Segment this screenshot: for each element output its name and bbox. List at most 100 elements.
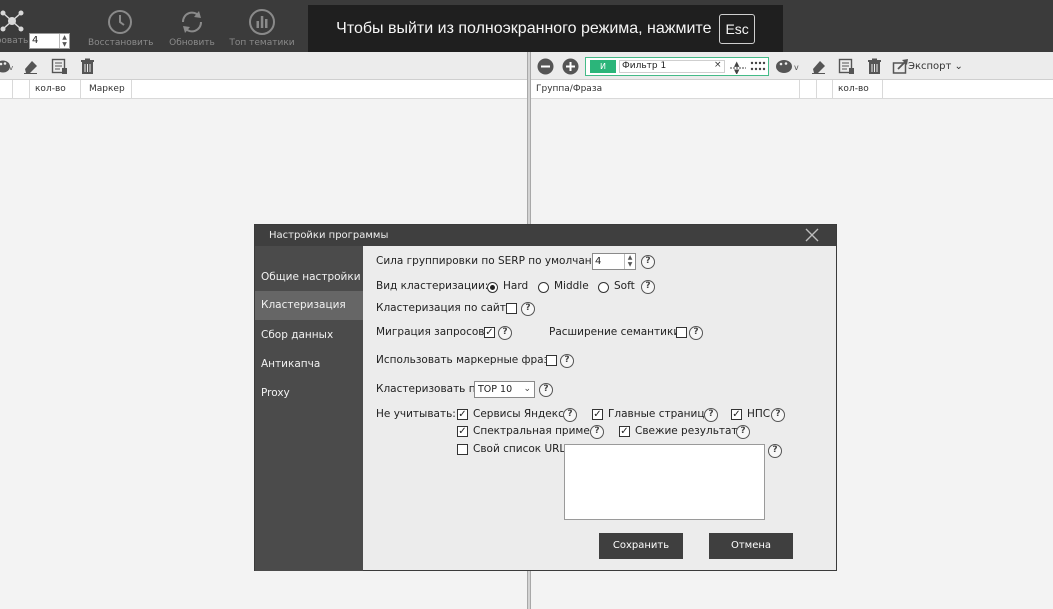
svg-text:v: v — [9, 64, 13, 72]
semantics-label: Расширение семантики — [549, 326, 681, 338]
refresh-button-label: Обновить — [169, 38, 215, 48]
ignore-main-pages-label: Главные страницы — [608, 408, 713, 420]
help-icon[interactable]: ? — [498, 326, 512, 340]
restore-button-label: Восстановить — [88, 38, 154, 48]
filter-input[interactable]: Фильтр 1 — [619, 60, 725, 73]
settings-dialog: Настройки программы Общие настройки Клас… — [254, 224, 837, 571]
export-label: Экспорт — [908, 61, 952, 72]
help-icon[interactable]: ? — [560, 354, 574, 368]
help-icon[interactable]: ? — [689, 326, 703, 340]
help-icon[interactable]: ? — [590, 425, 604, 439]
help-icon[interactable]: ? — [521, 302, 535, 316]
expand-plus-icon[interactable] — [562, 58, 579, 75]
eraser-icon[interactable] — [22, 58, 39, 75]
ignore-nps-label: НПС — [747, 408, 771, 420]
fullscreen-exit-banner: Чтобы выйти из полноэкранного режима, на… — [308, 5, 783, 52]
spinner-arrows-icon[interactable]: ▲ ▼ — [59, 34, 69, 48]
eraser-icon[interactable] — [810, 58, 827, 75]
help-icon[interactable]: ? — [563, 408, 577, 422]
sidebar-item-data-collection[interactable]: Сбор данных — [255, 321, 363, 350]
ignore-url-list-checkbox[interactable] — [457, 444, 468, 455]
cluster-button-label: ровать — [0, 36, 29, 46]
help-icon[interactable]: ? — [771, 408, 785, 422]
edit-list-icon[interactable] — [838, 58, 855, 75]
column-header-blank — [0, 80, 13, 99]
chevron-down-icon: ⌄ — [954, 61, 963, 72]
help-icon[interactable]: ? — [641, 255, 655, 269]
radio-hard[interactable] — [487, 282, 498, 293]
left-table-header: кол-во Маркер — [0, 80, 527, 99]
column-header-marker[interactable]: Маркер — [84, 80, 132, 99]
column-header-group-phrase[interactable]: Группа/Фраза — [531, 80, 800, 99]
by-site-checkbox[interactable] — [506, 303, 517, 314]
serp-strength-spinner[interactable]: 4 ▲ ▼ — [592, 253, 636, 270]
migration-checkbox[interactable]: ✓ — [484, 327, 495, 338]
export-icon[interactable] — [892, 58, 909, 75]
refresh-button[interactable]: Обновить — [166, 8, 218, 48]
column-header-count[interactable]: кол-во — [833, 80, 883, 99]
toolbar-strength-spinner[interactable]: 4 ▲ ▼ — [29, 33, 70, 49]
sidebar-item-clustering[interactable]: Кластеризация — [255, 291, 363, 320]
help-icon[interactable]: ? — [736, 425, 750, 439]
trash-icon[interactable] — [866, 58, 883, 75]
ignore-spectral-label: Спектральная примесь — [473, 425, 602, 437]
palette-icon[interactable]: v — [775, 58, 801, 75]
radio-hard-label: Hard — [503, 280, 529, 292]
ignore-main-pages-checkbox[interactable]: ✓ — [592, 409, 603, 420]
help-icon[interactable]: ? — [539, 383, 553, 397]
trash-icon[interactable] — [79, 58, 96, 75]
svg-text:▲: ▲ — [734, 60, 740, 68]
export-dropdown[interactable]: Экспорт ⌄ — [908, 61, 963, 72]
radio-middle[interactable] — [538, 282, 549, 293]
column-header-count[interactable]: кол-во — [29, 80, 81, 99]
collapse-minus-icon[interactable] — [537, 58, 554, 75]
help-icon[interactable]: ? — [768, 444, 782, 458]
filter-bar: И Фильтр 1 × ▲ ▼ — [585, 57, 769, 76]
semantics-checkbox[interactable] — [676, 327, 687, 338]
filter-logic-tag[interactable]: И — [590, 60, 616, 73]
cancel-button[interactable]: Отмена — [709, 533, 793, 559]
migration-label: Миграция запросов — [376, 326, 485, 338]
ignore-label: Не учитывать: — [376, 408, 456, 420]
ignore-yandex-label: Сервисы Яндекса — [473, 408, 571, 420]
by-site-label: Кластеризация по сайту — [376, 302, 513, 314]
filter-grid-icon[interactable] — [750, 60, 766, 74]
ignore-nps-checkbox[interactable]: ✓ — [731, 409, 742, 420]
radio-soft-label: Soft — [614, 280, 635, 292]
filter-settings-icon[interactable]: ▲▼ — [730, 60, 746, 74]
marker-phrases-checkbox[interactable] — [546, 355, 557, 366]
ignore-fresh-label: Свежие результаты — [635, 425, 746, 437]
filter-clear-icon[interactable]: × — [714, 60, 722, 70]
ignore-url-list-label: Свой список URL — [473, 443, 566, 455]
sidebar-item-proxy[interactable]: Proxy — [255, 379, 363, 408]
url-list-textarea[interactable] — [564, 444, 765, 520]
cluster-by-select[interactable]: TOP 10 ⌄ — [474, 381, 535, 398]
help-icon[interactable]: ? — [704, 408, 718, 422]
left-panel-toolbar: v — [0, 52, 527, 80]
dialog-title: Настройки программы — [269, 230, 389, 241]
edit-list-icon[interactable] — [51, 58, 68, 75]
esc-key-hint: Esc — [719, 13, 755, 44]
palette-icon[interactable]: v — [0, 58, 13, 75]
top-topics-button[interactable]: Топ тематики — [229, 8, 295, 48]
clustering-settings-panel: Сила группировки по SERP по умолчанию: 4… — [363, 246, 836, 571]
help-icon[interactable]: ? — [641, 280, 655, 294]
cluster-icon — [0, 10, 24, 32]
marker-phrases-label: Использовать маркерные фразы — [376, 354, 558, 366]
sidebar-item-general[interactable]: Общие настройки — [255, 263, 363, 292]
ignore-spectral-checkbox[interactable]: ✓ — [457, 426, 468, 437]
sidebar-item-anticaptcha[interactable]: Антикапча — [255, 350, 363, 379]
restore-button[interactable]: Восстановить — [88, 8, 154, 48]
ignore-fresh-checkbox[interactable]: ✓ — [619, 426, 630, 437]
ignore-yandex-checkbox[interactable]: ✓ — [457, 409, 468, 420]
chart-icon — [249, 9, 275, 35]
history-icon — [108, 10, 132, 34]
save-button[interactable]: Сохранить — [599, 533, 683, 559]
toolbar-strength-value: 4 — [32, 35, 39, 46]
close-icon[interactable] — [804, 227, 820, 243]
radio-soft[interactable] — [598, 282, 609, 293]
cluster-button[interactable]: ровать — [0, 8, 30, 46]
radio-middle-label: Middle — [554, 280, 589, 292]
svg-text:v: v — [794, 63, 799, 72]
spinner-arrows-icon[interactable]: ▲ ▼ — [624, 254, 635, 269]
